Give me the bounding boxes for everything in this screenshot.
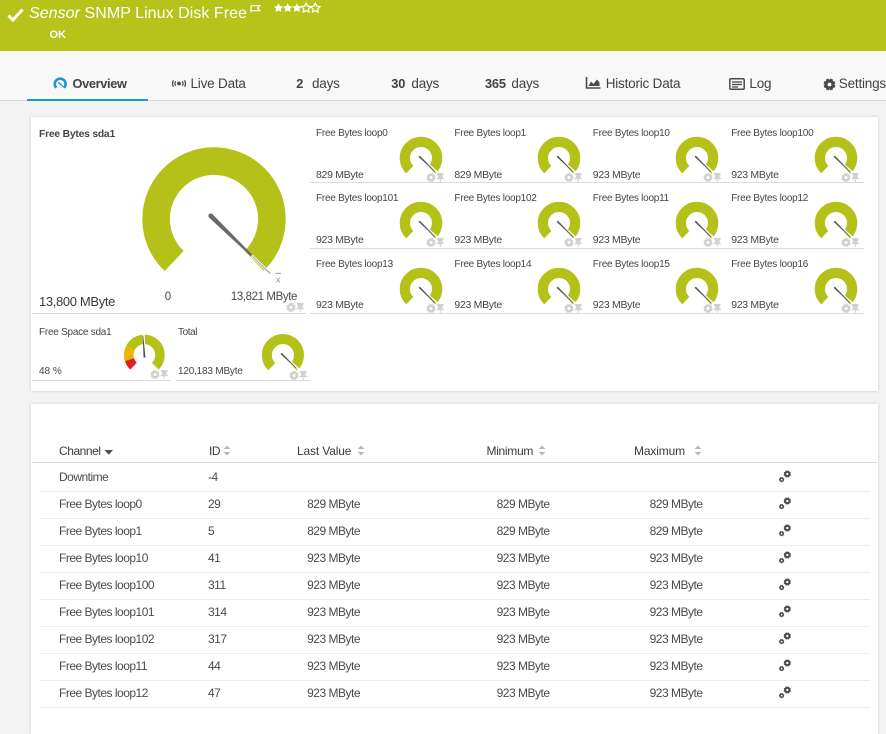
svg-text:x: x	[276, 275, 281, 285]
